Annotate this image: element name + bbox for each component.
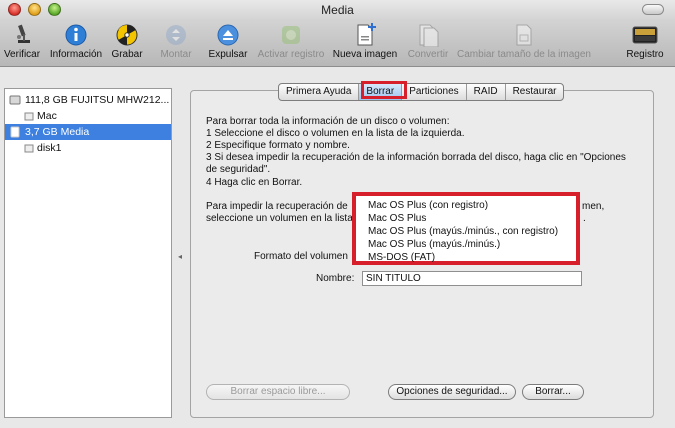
journal-icon — [282, 26, 300, 44]
instruction-text: men, — [582, 201, 605, 212]
toolbar: Verificar Información Grabar Montar Expu… — [0, 20, 675, 67]
burn-button[interactable]: Grabar — [108, 20, 146, 66]
disk-list-item[interactable]: Mac — [5, 108, 171, 124]
volume-icon — [24, 112, 34, 121]
mount-icon — [166, 25, 186, 45]
instruction-text: 1 Seleccione el disco o volumen en la li… — [206, 128, 465, 139]
microscope-icon — [17, 24, 30, 43]
log-icon — [632, 26, 658, 44]
removable-disk-icon — [10, 126, 20, 138]
info-icon — [65, 24, 87, 46]
resize-image-icon — [516, 24, 532, 46]
format-menu-item[interactable]: Mac OS Plus — [368, 213, 426, 224]
instruction-text: Para impedir la recuperación de — [206, 201, 348, 212]
instruction-text: Para borrar toda la información de un di… — [206, 116, 450, 127]
highlight-box — [361, 81, 407, 99]
disk-list-item[interactable]: 111,8 GB FUJITSU MHW212... — [5, 92, 171, 108]
disk-list-item[interactable]: 3,7 GB Media — [5, 124, 171, 140]
log-button[interactable]: Registro — [620, 20, 670, 66]
new-image-button[interactable]: Nueva imagen — [332, 20, 398, 66]
instruction-text: 3 Si desea impedir la recuperación de la… — [206, 152, 626, 163]
window-title: Media — [321, 3, 354, 17]
toolbar-toggle-button[interactable] — [642, 4, 664, 15]
erase-button[interactable]: Borrar... — [522, 384, 584, 400]
verify-button[interactable]: Verificar — [0, 20, 44, 66]
new-image-icon — [357, 23, 376, 46]
format-label: Formato del volumen — [254, 251, 348, 262]
info-button[interactable]: Información — [46, 20, 106, 66]
burn-icon — [116, 24, 138, 46]
title-bar: Media — [0, 0, 675, 20]
erase-free-space-button[interactable]: Borrar espacio libre... — [206, 384, 350, 400]
volume-icon — [24, 144, 34, 153]
convert-icon — [419, 24, 439, 47]
enable-journaling-button[interactable]: Activar registro — [254, 20, 328, 66]
instruction-text: 4 Haga clic en Borrar. — [206, 177, 303, 188]
tab-first-aid[interactable]: Primera Ayuda — [279, 84, 360, 100]
format-menu-item[interactable]: Mac OS Plus (mayús./minús.) — [368, 239, 500, 250]
disk-list-item[interactable]: disk1 — [5, 140, 171, 156]
instruction-text: de seguridad". — [206, 164, 271, 175]
hard-disk-icon — [9, 95, 21, 105]
instruction-text: 2 Especifique formato y nombre. — [206, 140, 350, 151]
security-options-button[interactable]: Opciones de seguridad... — [388, 384, 516, 400]
convert-button[interactable]: Convertir — [402, 20, 454, 66]
tab-partitions[interactable]: Particiones — [402, 84, 467, 100]
tab-restore[interactable]: Restaurar — [506, 84, 564, 100]
split-view-handle[interactable]: ◂ — [178, 252, 184, 261]
format-menu: Mac OS Plus (con registro) Mac OS Plus M… — [352, 192, 580, 265]
name-label: Nombre: — [316, 273, 355, 284]
eject-icon — [217, 24, 239, 46]
mount-button[interactable]: Montar — [154, 20, 198, 66]
eject-button[interactable]: Expulsar — [204, 20, 252, 66]
resize-image-button[interactable]: Cambiar tamaño de la imagen — [456, 20, 592, 66]
tab-raid[interactable]: RAID — [467, 84, 506, 100]
disk-list[interactable]: 111,8 GB FUJITSU MHW212... Mac 3,7 GB Me… — [4, 88, 172, 418]
format-menu-item[interactable]: Mac OS Plus (con registro) — [368, 200, 488, 211]
instruction-text: . — [583, 213, 586, 224]
format-menu-item[interactable]: MS-DOS (FAT) — [368, 252, 435, 263]
tab-bar: Primera Ayuda Borrar Particiones RAID Re… — [278, 83, 565, 101]
format-menu-item[interactable]: Mac OS Plus (mayús./minús., con registro… — [368, 226, 558, 237]
name-input[interactable]: SIN TITULO — [362, 271, 582, 286]
instruction-text: seleccione un volumen en la lista — [206, 213, 353, 224]
